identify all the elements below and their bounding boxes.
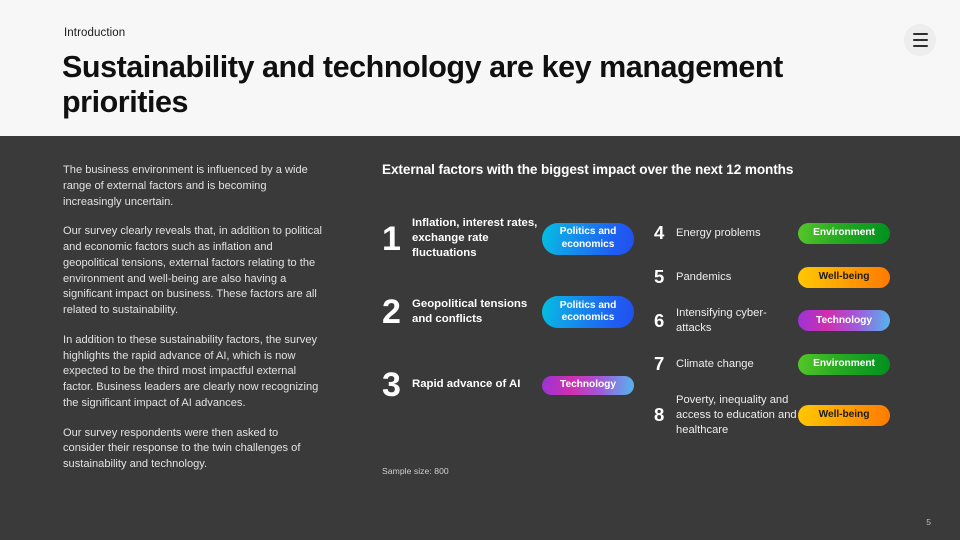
category-badge-technology[interactable]: Technology	[798, 310, 890, 332]
menu-bar-3	[912, 44, 928, 48]
category-badge-politics[interactable]: Politics and economics	[542, 296, 634, 328]
menu-bar-1	[912, 32, 928, 36]
factor-label: Geopolitical tensions and conflicts	[412, 297, 528, 325]
factor-label: Inflation, interest rates, exchange rate…	[412, 217, 538, 260]
factor-rank: 1	[382, 219, 401, 258]
factor-label: Pandemics	[676, 271, 732, 284]
intro-paragraph-1: The business environment is influenced b…	[63, 164, 308, 208]
category-badge-technology[interactable]: Technology	[542, 375, 634, 395]
factor-rank: 6	[654, 309, 665, 331]
factor-item-7[interactable]: 7 Climate change Environment	[654, 354, 890, 375]
category-badge-wellbeing[interactable]: Well-being	[798, 404, 890, 426]
page-number: 5	[926, 517, 931, 527]
intro-text-column: The business environment is influenced b…	[63, 163, 323, 473]
factors-section: External factors with the biggest impact…	[382, 162, 922, 177]
intro-paragraph-3: In addition to these sustainability fact…	[63, 333, 319, 409]
category-badge-wellbeing[interactable]: Well-being	[798, 267, 890, 288]
category-badge-environment[interactable]: Environment	[798, 354, 890, 375]
hamburger-menu-icon[interactable]	[904, 24, 936, 56]
factor-item-5[interactable]: 5 Pandemics Well-being	[654, 267, 890, 288]
factor-item-6[interactable]: 6 Intensifying cyber-attacks Technology	[654, 306, 890, 336]
intro-paragraph-2: Our survey clearly reveals that, in addi…	[63, 225, 322, 316]
factor-item-2[interactable]: 2 Geopolitical tensions and conflicts Po…	[382, 295, 634, 329]
sample-size-note: Sample size: 800	[382, 466, 449, 476]
factor-rank: 3	[382, 366, 401, 404]
factor-label: Energy problems	[676, 227, 761, 240]
factor-rank: 8	[654, 403, 665, 425]
intro-paragraph-4: Our survey respondents were then asked t…	[63, 426, 301, 471]
factor-item-4[interactable]: 4 Energy problems Environment	[654, 223, 890, 244]
section-heading: External factors with the biggest impact…	[382, 162, 794, 177]
slide: Introduction Sustainability and technolo…	[0, 0, 960, 540]
factor-label: Poverty, inequality and access to educat…	[676, 394, 797, 436]
factor-rank: 2	[382, 293, 401, 331]
slide-header: Introduction Sustainability and technolo…	[0, 0, 960, 136]
factor-item-8[interactable]: 8 Poverty, inequality and access to educ…	[654, 393, 890, 437]
factor-label: Climate change	[676, 358, 754, 371]
factor-item-3[interactable]: 3 Rapid advance of AI Technology	[382, 368, 634, 402]
page-title: Sustainability and technology are key ma…	[62, 50, 783, 120]
factor-rank: 7	[654, 353, 665, 375]
category-badge-environment[interactable]: Environment	[798, 223, 890, 244]
factor-rank: 5	[654, 266, 665, 288]
category-badge-politics[interactable]: Politics and economics	[542, 222, 634, 255]
menu-bar-2	[912, 38, 928, 42]
factor-label: Rapid advance of AI	[412, 378, 521, 391]
slide-body: The business environment is influenced b…	[0, 136, 960, 540]
factor-rank: 4	[654, 222, 665, 244]
factor-label: Intensifying cyber-attacks	[676, 307, 767, 334]
eyebrow-label: Introduction	[64, 27, 126, 39]
factor-item-1[interactable]: 1 Inflation, interest rates, exchange ra…	[382, 216, 634, 261]
